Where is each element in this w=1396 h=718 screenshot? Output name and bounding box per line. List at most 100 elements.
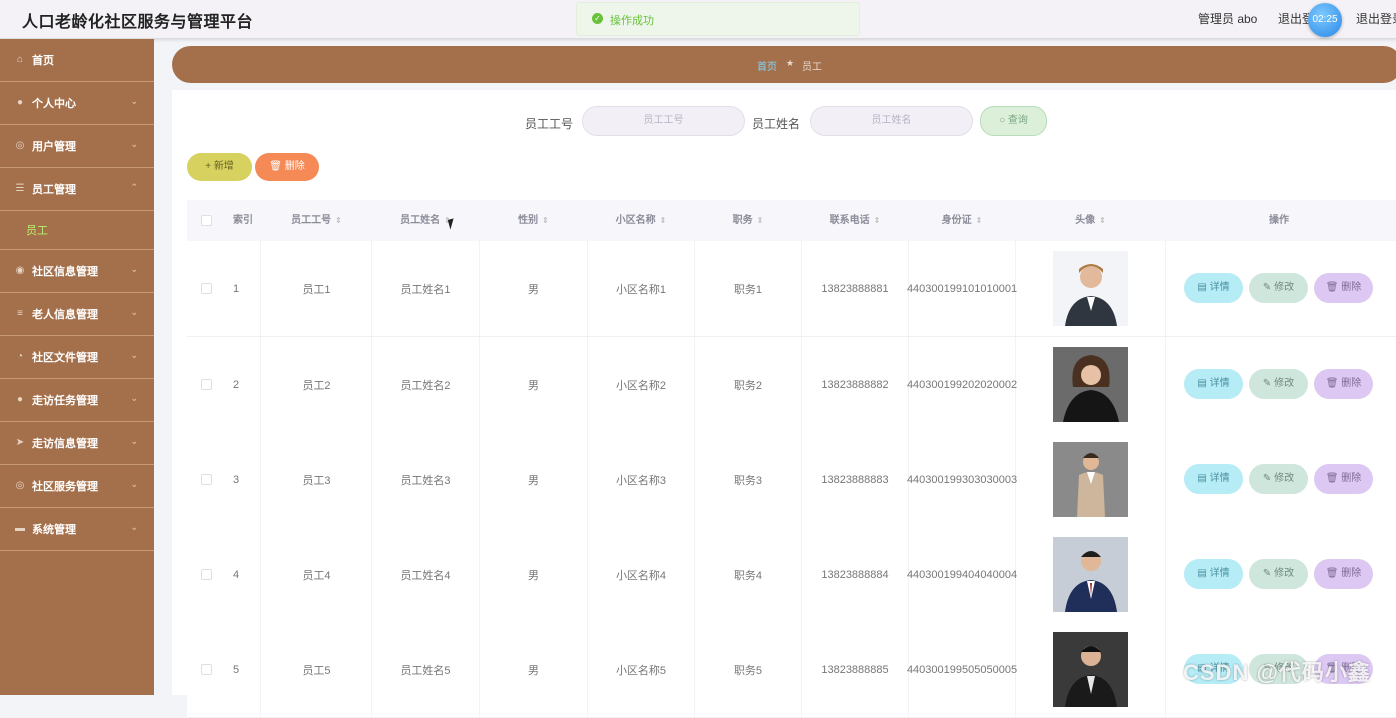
sidebar-item-community-files[interactable]: ◔ 社区文件管理 ⌄ (0, 336, 154, 379)
col-emp-no[interactable]: 员工工号 ⇕ (262, 200, 371, 241)
sort-icon: ⇕ (335, 216, 342, 225)
table-row: 3 员工3 员工姓名3 男 小区名称3 职务3 13823888883 4403… (187, 432, 1396, 528)
cell-index: 2 (225, 337, 261, 432)
row-checkbox[interactable] (201, 474, 212, 485)
add-button[interactable]: + 新增 (187, 153, 252, 181)
detail-button[interactable]: ▤ 详情 (1184, 369, 1243, 399)
avatar[interactable] (1053, 632, 1128, 707)
document-icon: ▤ (1197, 568, 1210, 579)
list-icon: ☰ (15, 183, 25, 194)
delete-button[interactable]: 🗑 删除 (1314, 273, 1373, 303)
chevron-up-icon: ⌃ (130, 182, 138, 192)
emp-name-label: 员工姓名 (752, 117, 801, 131)
avatar[interactable] (1053, 537, 1128, 612)
cell-id-card: 440300199202020002 (907, 337, 1017, 432)
sidebar-item-elderly-info[interactable]: ≡ 老人信息管理 ⌄ (0, 293, 154, 336)
pencil-icon: ✎ (1262, 473, 1275, 484)
delete-button[interactable]: 🗑 删除 (1314, 559, 1373, 589)
watermark: CSDN @代码小鑫 (1183, 660, 1371, 685)
col-emp-name[interactable]: 员工姓名 ⇕ (372, 200, 479, 241)
cell-gender: 男 (480, 527, 588, 622)
edit-button[interactable]: ✎ 修改 (1249, 464, 1308, 494)
cell-position: 职务2 (695, 337, 802, 432)
edit-button[interactable]: ✎ 修改 (1249, 273, 1308, 303)
cell-id-card: 440300199505050005 (907, 622, 1017, 717)
cell-avatar (1016, 432, 1166, 527)
plus-icon: + (205, 161, 214, 172)
emp-name-input[interactable]: 员工姓名 (810, 106, 973, 136)
cell-avatar (1016, 527, 1166, 622)
edit-button[interactable]: ✎ 修改 (1249, 369, 1308, 399)
detail-button[interactable]: ▤ 详情 (1184, 464, 1243, 494)
cell-community: 小区名称2 (588, 337, 695, 432)
sidebar-item-system[interactable]: ▬ 系统管理 ⌄ (0, 508, 154, 551)
sort-icon: ⇕ (873, 216, 881, 225)
cell-phone: 13823888881 (802, 241, 909, 336)
sidebar-subitem-employee[interactable]: 员工 (0, 211, 154, 250)
sidebar-item-home[interactable]: ⌂ 首页 (0, 39, 154, 82)
col-phone[interactable]: 联系电话 ⇕ (802, 200, 908, 241)
sort-icon: ⇕ (659, 216, 667, 225)
col-avatar[interactable]: 头像 ⇕ (1016, 200, 1165, 241)
row-checkbox[interactable] (201, 664, 212, 675)
table-header: 索引 员工工号 ⇕ 员工姓名 ⇕ 性别 ⇕ 小区名称 ⇕ 职务 ⇕ 联系电话 ⇕ 身份证 ⇕ … (187, 200, 1396, 241)
chevron-down-icon: ⌄ (130, 139, 138, 149)
sidebar: ⌂ 首页 ● 个人中心 ⌄ ◎ 用户管理 ⌄ ☰ 员工管理 ⌃ 员工 ◉ 社区信息管理 ⌄ ≡ 老人… (0, 39, 154, 695)
cell-avatar (1016, 622, 1166, 717)
row-checkbox[interactable] (201, 569, 212, 580)
chevron-down-icon: ⌄ (130, 479, 138, 489)
trash-icon: 🗑 (1325, 282, 1342, 293)
cell-index: 3 (225, 432, 261, 527)
col-position[interactable]: 职务 ⇕ (695, 200, 801, 241)
col-gender[interactable]: 性别 ⇕ (480, 200, 587, 241)
cell-emp-name: 员工姓名1 (372, 241, 480, 336)
row-checkbox[interactable] (201, 283, 212, 294)
app-title: 人口老龄化社区服务与管理平台 (22, 14, 254, 31)
cell-id-card: 440300199404040004 (907, 527, 1017, 622)
cell-gender: 男 (480, 337, 588, 432)
document-icon: ▤ (1197, 473, 1210, 484)
sidebar-item-personal-center[interactable]: ● 个人中心 ⌄ (0, 82, 154, 125)
cell-avatar (1016, 337, 1166, 432)
cell-avatar (1016, 241, 1166, 336)
pencil-icon: ✎ (1262, 378, 1275, 389)
menu-icon: ≡ (17, 308, 23, 319)
table-row: 1 员工1 员工姓名1 男 小区名称1 职务1 13823888881 4403… (187, 241, 1396, 337)
emp-no-input[interactable]: 员工工号 (582, 106, 745, 136)
settings-icon: ▬ (15, 523, 25, 534)
sidebar-item-community-info[interactable]: ◉ 社区信息管理 ⌄ (0, 250, 154, 293)
cell-emp-no: 员工3 (262, 432, 372, 527)
search-icon: ○ (999, 115, 1008, 126)
cell-id-card: 440300199303030003 (907, 432, 1017, 527)
avatar[interactable] (1053, 251, 1128, 326)
detail-button[interactable]: ▤ 详情 (1184, 559, 1243, 589)
batch-delete-button[interactable]: 🗑 删除 (255, 153, 319, 181)
edit-button[interactable]: ✎ 修改 (1249, 559, 1308, 589)
sort-icon: ⇕ (756, 216, 764, 225)
col-id-card[interactable]: 身份证 ⇕ (909, 200, 1015, 241)
avatar[interactable] (1053, 442, 1128, 517)
logout-link[interactable]: 退出登录 (1356, 10, 1396, 27)
cell-emp-name: 员工姓名2 (372, 337, 480, 432)
cell-phone: 13823888885 (802, 622, 909, 717)
avatar[interactable] (1053, 347, 1128, 422)
trash-icon: 🗑 (269, 161, 285, 172)
cell-emp-name: 员工姓名4 (372, 527, 480, 622)
sidebar-item-employee-management[interactable]: ☰ 员工管理 ⌃ (0, 168, 154, 211)
cell-gender: 男 (480, 432, 588, 527)
sidebar-item-visit-info[interactable]: ➤ 走访信息管理 ⌄ (0, 422, 154, 465)
row-checkbox[interactable] (201, 379, 212, 390)
query-button[interactable]: ○ 查询 (980, 106, 1047, 136)
select-all-checkbox[interactable] (201, 215, 212, 226)
delete-button[interactable]: 🗑 删除 (1314, 464, 1373, 494)
sort-icon: ⇕ (542, 216, 549, 225)
col-community[interactable]: 小区名称 ⇕ (588, 200, 694, 241)
sidebar-item-visit-tasks[interactable]: ● 走访任务管理 ⌄ (0, 379, 154, 422)
detail-button[interactable]: ▤ 详情 (1184, 273, 1243, 303)
check-circle-icon: ✓ (592, 13, 603, 24)
delete-button[interactable]: 🗑 删除 (1314, 369, 1373, 399)
sidebar-item-community-service[interactable]: ◎ 社区服务管理 ⌄ (0, 465, 154, 508)
cell-index: 4 (225, 527, 261, 622)
sidebar-item-user-management[interactable]: ◎ 用户管理 ⌄ (0, 125, 154, 168)
breadcrumb-home[interactable]: 首页 (757, 58, 777, 73)
